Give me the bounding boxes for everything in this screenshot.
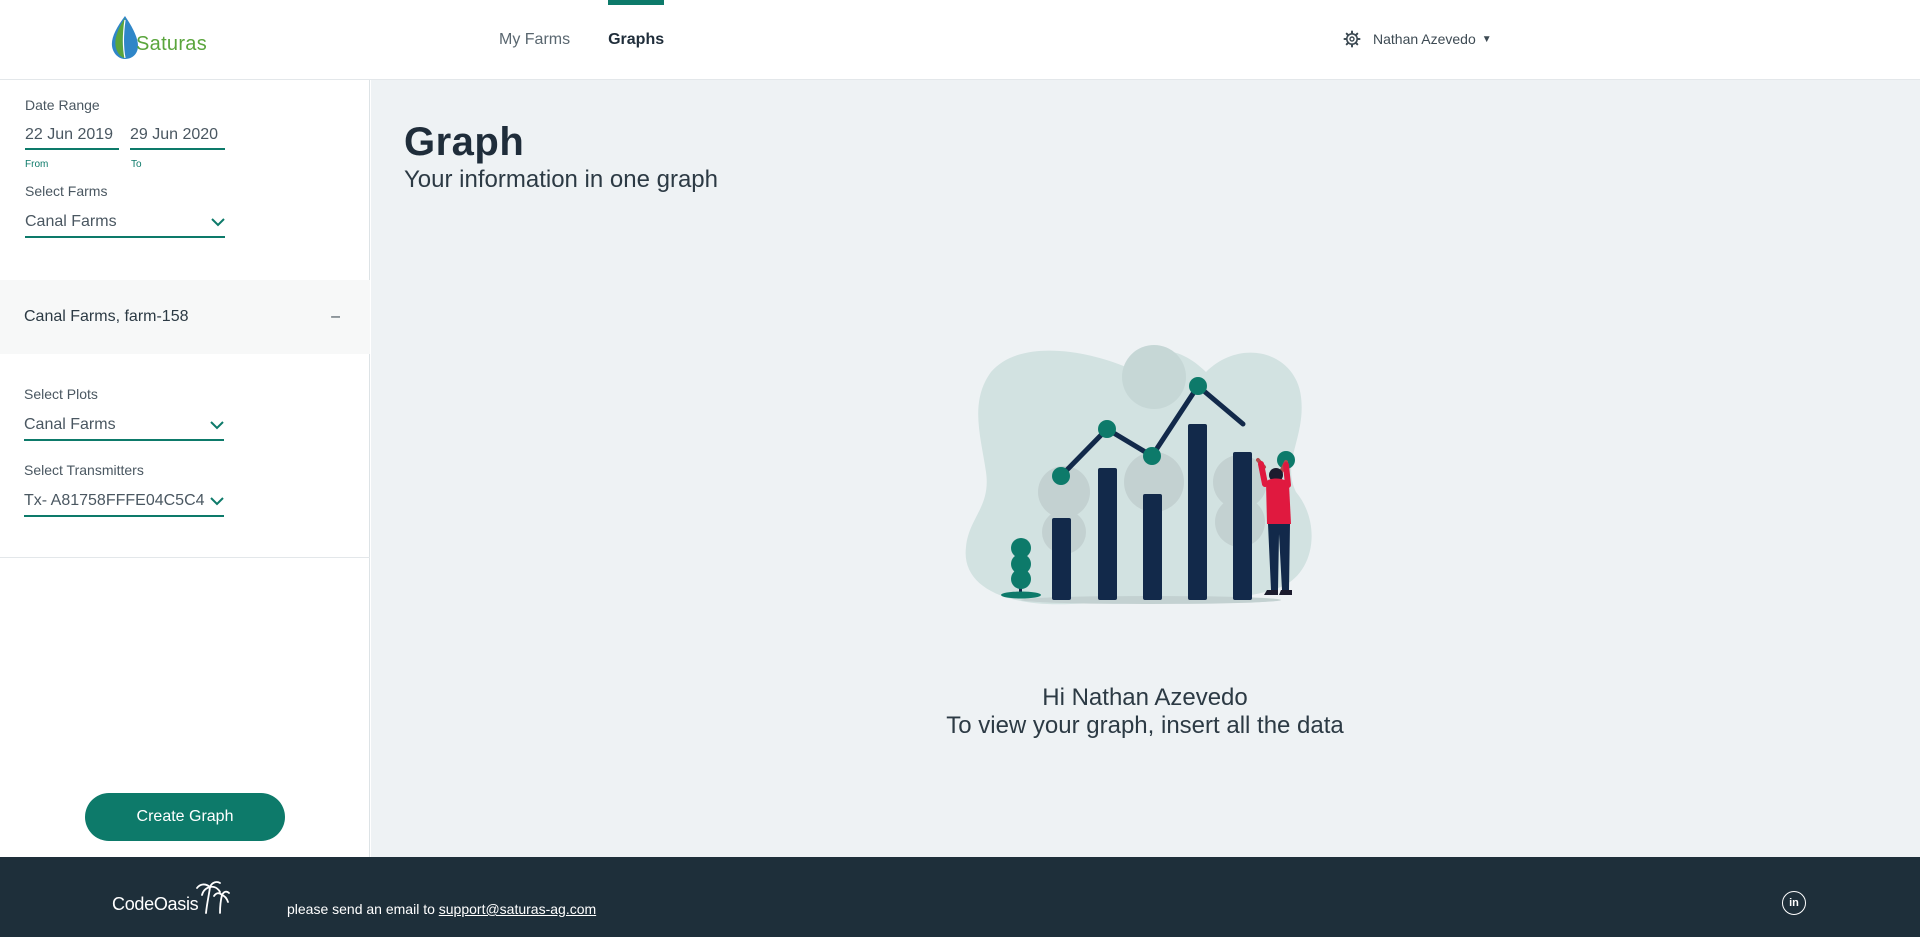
- select-farms-dropdown[interactable]: Canal Farms: [25, 208, 225, 238]
- date-range-label: Date Range: [25, 97, 100, 113]
- user-menu[interactable]: Nathan Azevedo ▼: [1343, 27, 1492, 51]
- select-transmitters-label: Select Transmitters: [24, 462, 144, 478]
- instruction-text: To view your graph, insert all the data: [946, 712, 1344, 739]
- from-label: From: [25, 159, 49, 170]
- saturas-logo[interactable]: Saturas: [108, 14, 207, 60]
- top-header: Saturas My Farms Graphs Nathan Azevedo ▼: [0, 0, 1920, 80]
- footer-logo-text: CodeOasis: [112, 894, 199, 914]
- gear-icon[interactable]: [1343, 30, 1361, 48]
- user-name: Nathan Azevedo: [1373, 31, 1476, 47]
- page-subtitle: Your information in one graph: [404, 166, 718, 193]
- palm-tree-icon: [196, 881, 231, 914]
- chevron-down-icon: [210, 420, 224, 430]
- create-graph-button[interactable]: Create Graph: [85, 793, 285, 841]
- page-footer: CodeOasis please send an email to suppor…: [0, 857, 1920, 937]
- select-farms-label: Select Farms: [25, 183, 108, 199]
- farm-accordion-header[interactable]: Canal Farms, farm-158 –: [0, 280, 370, 354]
- select-plots-dropdown[interactable]: Canal Farms: [24, 411, 224, 441]
- caret-down-icon: ▼: [1481, 33, 1492, 45]
- farm-panel-title: Canal Farms, farm-158: [24, 308, 189, 325]
- codeoasis-logo[interactable]: CodeOasis: [112, 879, 231, 915]
- collapse-icon[interactable]: –: [331, 308, 340, 326]
- select-transmitters-dropdown[interactable]: Tx- A81758FFFE04C5C4: [24, 487, 224, 517]
- greeting-text: Hi Nathan Azevedo: [1042, 684, 1248, 711]
- select-plots-value: Canal Farms: [24, 416, 116, 433]
- empty-state-message: Hi Nathan Azevedo To view your graph, in…: [371, 684, 1919, 740]
- sidebar-divider: [0, 557, 370, 558]
- linkedin-icon[interactable]: in: [1782, 891, 1806, 915]
- nav-graphs[interactable]: Graphs: [589, 0, 683, 80]
- chevron-down-icon: [210, 496, 224, 506]
- to-date-input[interactable]: 29 Jun 2020: [130, 124, 225, 150]
- to-label: To: [131, 159, 142, 170]
- select-farms-value: Canal Farms: [25, 213, 117, 230]
- nav-my-farms[interactable]: My Farms: [480, 0, 589, 80]
- contact-prefix: please send an email to: [287, 901, 439, 917]
- filter-sidebar: Date Range 22 Jun 2019 From 29 Jun 2020 …: [0, 80, 370, 857]
- footer-contact: please send an email to support@saturas-…: [287, 901, 596, 917]
- select-transmitters-value: Tx- A81758FFFE04C5C4: [24, 492, 205, 509]
- select-plots-label: Select Plots: [24, 386, 98, 402]
- logo-text: Saturas: [136, 33, 208, 55]
- main-nav: My Farms Graphs: [480, 0, 683, 80]
- support-email-link[interactable]: support@saturas-ag.com: [439, 901, 596, 917]
- from-date-input[interactable]: 22 Jun 2019: [25, 124, 119, 150]
- chevron-down-icon: [211, 217, 225, 227]
- empty-graph-illustration: [965, 345, 1312, 605]
- page-title: Graph: [404, 120, 525, 164]
- main-content: Graph Your information in one graph Hi N…: [371, 80, 1920, 857]
